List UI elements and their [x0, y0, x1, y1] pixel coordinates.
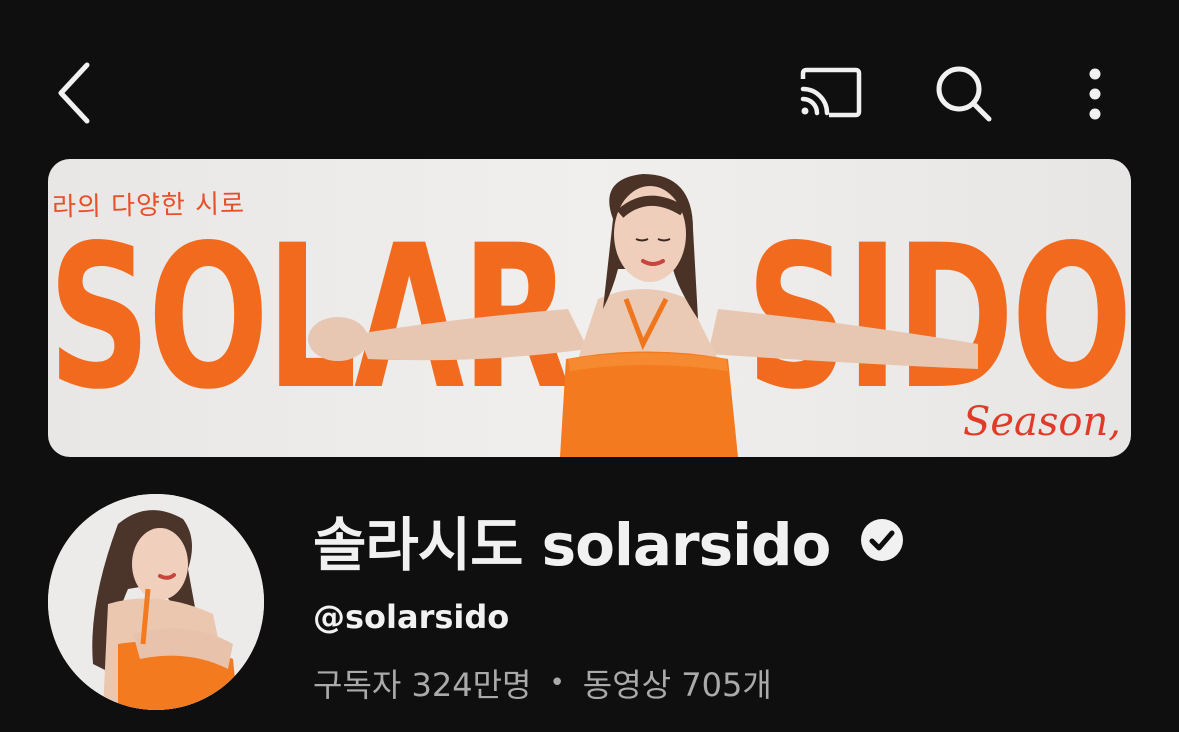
stats-separator: • — [549, 668, 565, 698]
avatar-image — [48, 494, 264, 710]
verified-check-icon — [860, 518, 904, 562]
banner-season-text: Season, — [962, 399, 1121, 445]
back-button[interactable] — [40, 55, 110, 131]
video-count: 동영상 705개 — [582, 666, 772, 704]
banner-person-image — [308, 174, 978, 457]
cast-button[interactable] — [790, 58, 872, 128]
search-button[interactable] — [925, 58, 1003, 130]
top-app-bar — [0, 0, 1179, 150]
channel-stats: 구독자 324만명 • 동영상 705개 — [313, 660, 772, 706]
channel-name: 솔라시도 solarsido — [313, 511, 831, 579]
chevron-left-icon — [58, 62, 90, 124]
channel-banner[interactable]: 라의 다양한 시로 SOLAR SIDO Season, — [48, 159, 1131, 457]
channel-page: 라의 다양한 시로 SOLAR SIDO Season, 솔라시도 solars… — [0, 0, 1179, 732]
subscriber-count: 구독자 324만명 — [313, 666, 532, 704]
channel-avatar[interactable] — [48, 494, 264, 710]
more-options-button[interactable] — [1065, 58, 1125, 130]
channel-handle: @solarsido — [313, 598, 510, 636]
cast-icon — [800, 67, 862, 118]
channel-title-row: 솔라시도 solarsido — [313, 500, 904, 580]
more-vertical-icon — [1089, 68, 1101, 120]
search-icon — [936, 66, 992, 122]
